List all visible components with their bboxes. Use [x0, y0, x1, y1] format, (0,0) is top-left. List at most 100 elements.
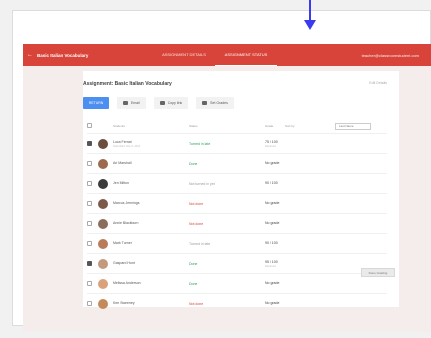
avatar — [98, 198, 108, 209]
grade-value[interactable]: No grade — [265, 281, 311, 286]
column-grade[interactable]: Grade — [265, 124, 285, 128]
grade-value[interactable]: 90 / 100 — [265, 181, 311, 186]
row-checkbox[interactable] — [87, 160, 92, 166]
student-name-text: Melissa Anderson — [113, 281, 141, 285]
grade-text: 90 / 100 — [265, 241, 278, 245]
status-badge: Turned in late — [189, 141, 211, 146]
table-row[interactable]: Marcus Jennings Not done No grade — [87, 193, 387, 213]
edit-details-link[interactable]: Edit Details — [369, 81, 387, 85]
student-name[interactable]: Gaspard Hunt — [113, 261, 189, 266]
table-row[interactable]: Luca Ferrari Submitted: Nov 5, 2014 Turn… — [87, 133, 387, 153]
set-grades-button[interactable]: Set Grades — [196, 97, 234, 109]
avatar — [98, 238, 108, 249]
grade-text: No grade — [265, 161, 280, 165]
student-name[interactable]: Luca Ferrari Submitted: Nov 5, 2014 — [113, 140, 189, 148]
column-students[interactable]: Students — [113, 124, 189, 128]
student-name-text: Annie Blackburn — [113, 221, 139, 225]
student-name[interactable]: Mark Turner — [113, 241, 189, 246]
table-row[interactable]: Melissa Anderson Done No grade — [87, 273, 387, 293]
table-row[interactable]: Ken Sweeney Not done No grade — [87, 293, 387, 313]
avatar — [98, 158, 108, 169]
avatar — [98, 298, 108, 309]
student-name-text: Gaspard Hunt — [113, 261, 135, 265]
toolbar: RETURN Email Copy link Set Grades — [83, 97, 234, 109]
table-row[interactable]: Mark Turner Turned in late 90 / 100 — [87, 233, 387, 253]
student-sub-text: Submitted: Nov 5, 2014 — [113, 144, 141, 148]
avatar — [98, 138, 108, 149]
student-name[interactable]: Annie Blackburn — [113, 221, 189, 226]
table-row[interactable]: Ari Marshall Done No grade — [87, 153, 387, 173]
status-badge: Not done — [189, 301, 204, 306]
row-checkbox[interactable] — [87, 280, 92, 286]
student-name-text: Mark Turner — [113, 241, 132, 245]
status-badge: Done — [189, 261, 198, 266]
row-checkbox[interactable] — [87, 140, 92, 146]
avatar — [98, 178, 108, 189]
row-checkbox[interactable] — [87, 220, 92, 226]
return-button[interactable]: RETURN — [83, 97, 109, 109]
app-header: ← Basic Italian Vocabulary ASSIGNMENT DE… — [23, 44, 431, 66]
email-button[interactable]: Email — [117, 97, 146, 109]
status-badge: Done — [189, 281, 198, 286]
grade-text: 75 / 100 — [265, 139, 278, 144]
grade-value[interactable]: 95 / 100 Returned — [265, 260, 311, 268]
grade-text: No grade — [265, 301, 280, 305]
table-row[interactable]: Jen Milton Not turned in yet 90 / 100 — [87, 173, 387, 193]
status-badge: Not done — [189, 221, 204, 226]
email-icon — [123, 101, 128, 105]
assignment-title: Assignment: Basic Italian Vocabulary — [83, 81, 172, 87]
grade-value[interactable]: 75 / 100 Returned — [265, 140, 311, 148]
student-name[interactable]: Jen Milton — [113, 181, 189, 186]
student-name-text: Marcus Jennings — [113, 201, 140, 205]
student-list: Luca Ferrari Submitted: Nov 5, 2014 Turn… — [87, 133, 387, 313]
set-grades-label: Set Grades — [210, 101, 228, 105]
select-all-checkbox[interactable] — [87, 123, 92, 128]
student-name[interactable]: Ken Sweeney — [113, 301, 189, 306]
grade-value[interactable]: No grade — [265, 301, 311, 306]
grade-text: No grade — [265, 281, 280, 285]
assignment-card: Assignment: Basic Italian Vocabulary Edi… — [83, 71, 399, 309]
pointer-arrow-icon — [304, 0, 316, 30]
grade-text: 90 / 100 — [265, 181, 278, 185]
copy-link-button[interactable]: Copy link — [153, 97, 189, 109]
back-arrow-icon[interactable]: ← — [23, 52, 37, 58]
status-badge: Done — [189, 161, 198, 166]
avatar — [98, 218, 108, 229]
grade-value[interactable]: No grade — [265, 161, 311, 166]
app-title: Basic Italian Vocabulary — [37, 52, 89, 58]
student-name-text: Ari Marshall — [113, 161, 132, 165]
grade-sub-text: Returned — [265, 144, 276, 148]
table-row[interactable]: Gaspard Hunt Done 95 / 100 Returned — [87, 253, 387, 273]
grade-text: No grade — [265, 221, 280, 225]
student-name[interactable]: Melissa Anderson — [113, 281, 189, 286]
student-name[interactable]: Ari Marshall — [113, 161, 189, 166]
table-row[interactable]: Annie Blackburn Not done No grade — [87, 213, 387, 233]
row-checkbox[interactable] — [87, 200, 92, 206]
copy-link-label: Copy link — [167, 101, 183, 105]
avatar — [98, 278, 108, 289]
student-name-text: Luca Ferrari — [113, 139, 132, 144]
column-status[interactable]: Status — [189, 124, 265, 128]
link-icon — [159, 101, 165, 105]
grade-value[interactable]: 90 / 100 — [265, 241, 311, 246]
student-name-text: Ken Sweeney — [113, 301, 135, 305]
sort-select[interactable]: Last Name — [335, 123, 371, 130]
grade-text: No grade — [265, 201, 280, 205]
user-email[interactable]: teacher@classroomstudent.com — [362, 53, 419, 58]
row-checkbox[interactable] — [87, 260, 92, 266]
done-grading-button[interactable]: Done Grading — [361, 268, 395, 277]
tab-assignment-status[interactable]: ASSIGNMENT STATUS — [215, 44, 277, 66]
row-checkbox[interactable] — [87, 300, 92, 306]
row-checkbox[interactable] — [87, 180, 92, 186]
status-badge: Turned in late — [189, 241, 211, 246]
content-area: Assignment: Basic Italian Vocabulary Edi… — [23, 66, 431, 332]
grade-value[interactable]: No grade — [265, 221, 311, 226]
grade-icon — [202, 101, 208, 105]
tab-assignment-details[interactable]: ASSIGNMENT DETAILS — [153, 44, 215, 66]
grade-value[interactable]: No grade — [265, 201, 311, 206]
row-checkbox[interactable] — [87, 240, 92, 246]
email-label: Email — [131, 101, 140, 105]
student-name[interactable]: Marcus Jennings — [113, 201, 189, 206]
status-badge: Not turned in yet — [189, 181, 215, 186]
status-badge: Not done — [189, 201, 204, 206]
